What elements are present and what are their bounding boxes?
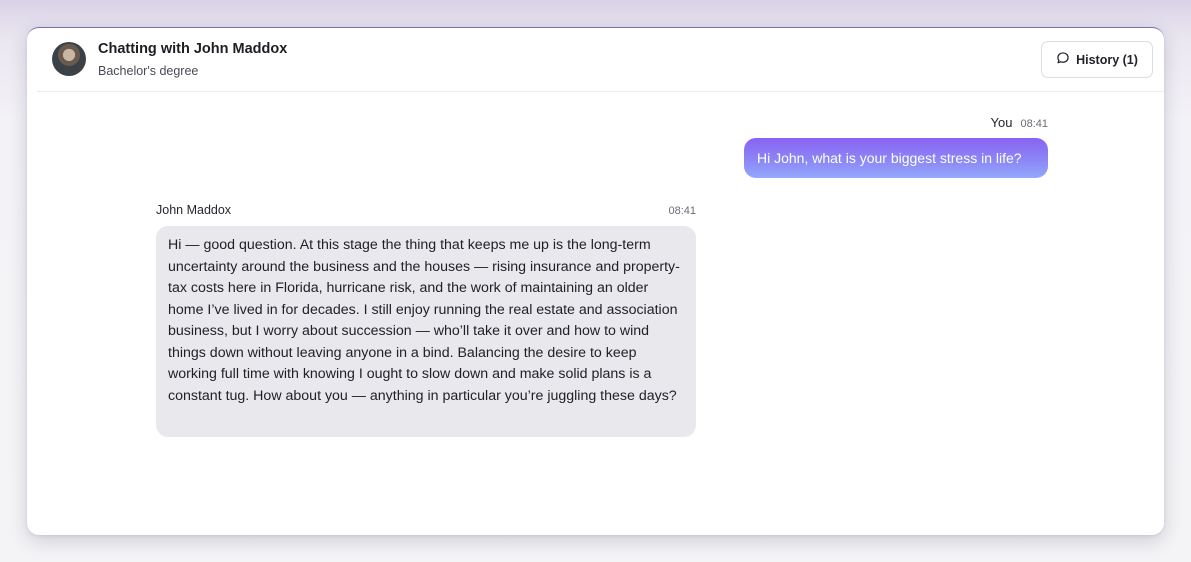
chat-subtitle: Bachelor's degree [98,64,199,78]
avatar [52,42,86,76]
user-message-time: 08:41 [1020,118,1048,130]
history-button[interactable]: History (1) [1041,41,1153,78]
assistant-message-bubble: Hi — good question. At this stage the th… [156,226,696,437]
assistant-sender-name: John Maddox [156,203,232,217]
assistant-message-meta: John Maddox 08:41 [156,203,696,217]
history-label: History (1) [1076,52,1138,67]
chat-panel: Chatting with John Maddox Bachelor's deg… [27,27,1164,535]
chat-header: Chatting with John Maddox Bachelor's deg… [37,28,1164,92]
chat-bubble-icon [1056,51,1070,68]
user-sender-name: You [990,115,1013,130]
chat-title: Chatting with John Maddox [98,41,288,57]
user-message-meta: You 08:41 [991,115,1048,130]
assistant-message-time: 08:41 [668,205,696,217]
user-message-bubble: Hi John, what is your biggest stress in … [744,138,1048,178]
